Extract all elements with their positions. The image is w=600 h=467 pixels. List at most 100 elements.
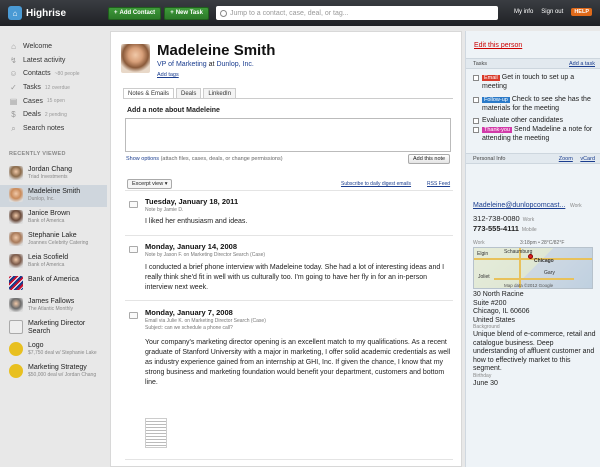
nav-item-contacts[interactable]: ☺ Contacts ~80 people	[0, 67, 107, 81]
nav-label: Welcome	[23, 43, 53, 51]
task-checkbox[interactable]	[473, 127, 479, 133]
add-tags-link[interactable]: Add tags	[157, 72, 179, 78]
nav-label: Deals	[23, 111, 41, 119]
recent-item[interactable]: Logo $7,750 deal w/ Stephanie Lake	[0, 339, 107, 361]
recent-item-text: Leia Scofield Bank of America	[28, 254, 68, 268]
recent-item[interactable]: Madeleine Smith Dunlop, Inc.	[0, 185, 107, 208]
nav-item-welcome[interactable]: ⌂ Welcome	[0, 40, 107, 54]
edit-person-link[interactable]: Edit this person	[474, 42, 522, 49]
search-icon	[219, 9, 227, 17]
recent-item[interactable]: Stephanie Lake Joannes Celebrity Catering	[0, 229, 107, 251]
nav-count: 2 pending	[44, 111, 67, 118]
add-note-label: Add a note about Madeleine	[127, 107, 220, 114]
nav-item-latest-activity[interactable]: ↯ Latest activity	[0, 54, 107, 68]
recent-item[interactable]: Janice Brown Bank of America	[0, 207, 107, 229]
excerpt-view-value: Excerpt view	[132, 181, 164, 187]
nav-item-deals[interactable]: $ Deals 2 pending	[0, 108, 107, 122]
map-label: Gary	[544, 270, 555, 276]
add-note-button[interactable]: Add this note	[408, 154, 451, 164]
recent-item-text: Madeleine Smith Dunlop, Inc.	[28, 188, 80, 202]
new-task-button[interactable]: + New Task	[164, 6, 209, 20]
address-type: Work	[473, 240, 485, 246]
folder-icon: ▤	[9, 96, 18, 106]
task-checkbox[interactable]	[473, 97, 479, 103]
highrise-logo-icon: ⌂	[8, 6, 22, 20]
attachment-thumbnail[interactable]	[145, 418, 167, 448]
divider	[125, 300, 453, 301]
add-task-link[interactable]: Add a task	[569, 61, 595, 67]
recent-item-text: Marketing Strategy $50,000 deal w/ Jordan…	[28, 364, 96, 378]
recent-item-text: Logo $7,750 deal w/ Stephanie Lake	[28, 342, 97, 356]
nav-item-tasks[interactable]: ✓ Tasks 12 overdue	[0, 81, 107, 95]
case-icon	[9, 320, 23, 335]
show-options-link[interactable]: Show options	[126, 156, 159, 162]
divider	[125, 459, 453, 460]
sign-out-link[interactable]: Sign out	[541, 9, 563, 15]
nav-label: Search notes	[23, 124, 65, 132]
add-contact-button[interactable]: + Add Contact	[108, 6, 162, 20]
note-textarea[interactable]	[125, 118, 451, 152]
recent-item-sub: Bank of America	[28, 218, 65, 225]
recent-item-name: Marketing Director Search	[28, 320, 86, 336]
recent-item[interactable]: Bank of America	[0, 273, 107, 295]
nav-item-cases[interactable]: ▤ Cases 15 open	[0, 94, 107, 108]
search-input[interactable]: Jump to a contact, case, deal, or tag...	[215, 6, 498, 20]
feed-entry: Tuesday, January 18, 2011 Note by Jamie …	[125, 197, 453, 237]
recent-item[interactable]: James Fallows The Atlantic Monthly	[0, 295, 107, 317]
map-label: Joliet	[478, 274, 490, 280]
avatar	[9, 188, 23, 203]
add-contact-label: Add Contact	[119, 10, 156, 16]
task-item: Email Get in touch to set up a meeting	[473, 74, 597, 91]
person-company-link[interactable]: Dunlop, Inc.	[216, 61, 253, 68]
recent-item-text: Bank of America	[28, 276, 79, 284]
recent-item[interactable]: Leia Scofield Bank of America	[0, 251, 107, 273]
excerpt-view-select[interactable]: Excerpt view ▾	[127, 179, 173, 189]
check-icon: ✓	[10, 83, 17, 93]
email-link[interactable]: Madeleine@dunlopcomcast...	[473, 202, 565, 209]
my-info-link[interactable]: My info	[514, 9, 533, 15]
recent-item[interactable]: Marketing Director Search	[0, 317, 107, 339]
recent-item-name: Logo	[28, 342, 44, 350]
entry-author: Email via Julie K. on Marketing Director…	[145, 318, 266, 324]
recent-item-sub: $7,750 deal w/ Stephanie Lake	[28, 350, 97, 357]
feed-entry: Monday, January 14, 2008 Note by Jason F…	[125, 242, 453, 302]
person-avatar[interactable]	[121, 44, 150, 73]
task-item: Thank-you Send Madeline a note for attend…	[473, 126, 597, 143]
vcard-link[interactable]: vCard	[580, 156, 595, 162]
recent-item[interactable]: Jordan Chang Triad Investments	[0, 163, 107, 185]
email-icon	[129, 312, 138, 319]
main-nav: ⌂ Welcome ↯ Latest activity ☺ Contacts ~80 peo…	[0, 40, 107, 135]
birthday-label: Birthday	[473, 373, 492, 379]
app-logo[interactable]: ⌂ Highrise	[8, 6, 108, 20]
zoom-link[interactable]: Zoom	[559, 156, 573, 162]
phone-type: Mobile	[521, 227, 537, 233]
recently-viewed-heading: RECENTLY VIEWED	[9, 151, 66, 158]
recent-item-name: Marketing Strategy	[28, 364, 87, 372]
rss-feed-link[interactable]: RSS Feed	[427, 181, 450, 187]
help-button[interactable]: HELP	[571, 8, 592, 16]
subscribe-digest-link[interactable]: Subscribe to daily digest emails	[341, 181, 411, 187]
recent-item-sub: Bank of America	[28, 262, 65, 269]
recent-item-sub: Dunlop, Inc.	[28, 196, 55, 203]
nav-count: ~80 people	[54, 70, 80, 77]
deal-icon	[9, 364, 23, 379]
entry-author: Note by Jamie D.	[145, 207, 184, 213]
contacts-icon: ☺	[9, 69, 18, 79]
app-name: Highrise	[26, 7, 67, 19]
nav-item-search-notes[interactable]: ⌕ Search notes	[0, 122, 107, 136]
recent-item-text: Stephanie Lake Joannes Celebrity Catering	[28, 232, 88, 246]
person-at: at	[208, 61, 215, 68]
recent-item-sub: $50,000 deal w/ Jordan Chang	[28, 372, 97, 379]
tasks-heading: Tasks	[473, 61, 488, 67]
task-checkbox[interactable]	[473, 75, 479, 81]
task-checkbox[interactable]	[473, 118, 479, 124]
entry-date: Monday, January 14, 2008	[145, 242, 237, 251]
person-title-link[interactable]: VP of Marketing	[157, 61, 207, 68]
recent-item-name: Jordan Chang	[28, 166, 72, 174]
map-label: Elgin	[477, 251, 489, 257]
recent-item-name: Leia Scofield	[28, 254, 69, 262]
recent-item[interactable]: Marketing Strategy $50,000 deal w/ Jordan…	[0, 361, 107, 383]
location-map[interactable]: Elgin Schaumburg Chicago Gary Joliet Map…	[473, 247, 593, 289]
nav-label: Cases	[23, 97, 43, 105]
dollar-icon: $	[11, 110, 16, 120]
